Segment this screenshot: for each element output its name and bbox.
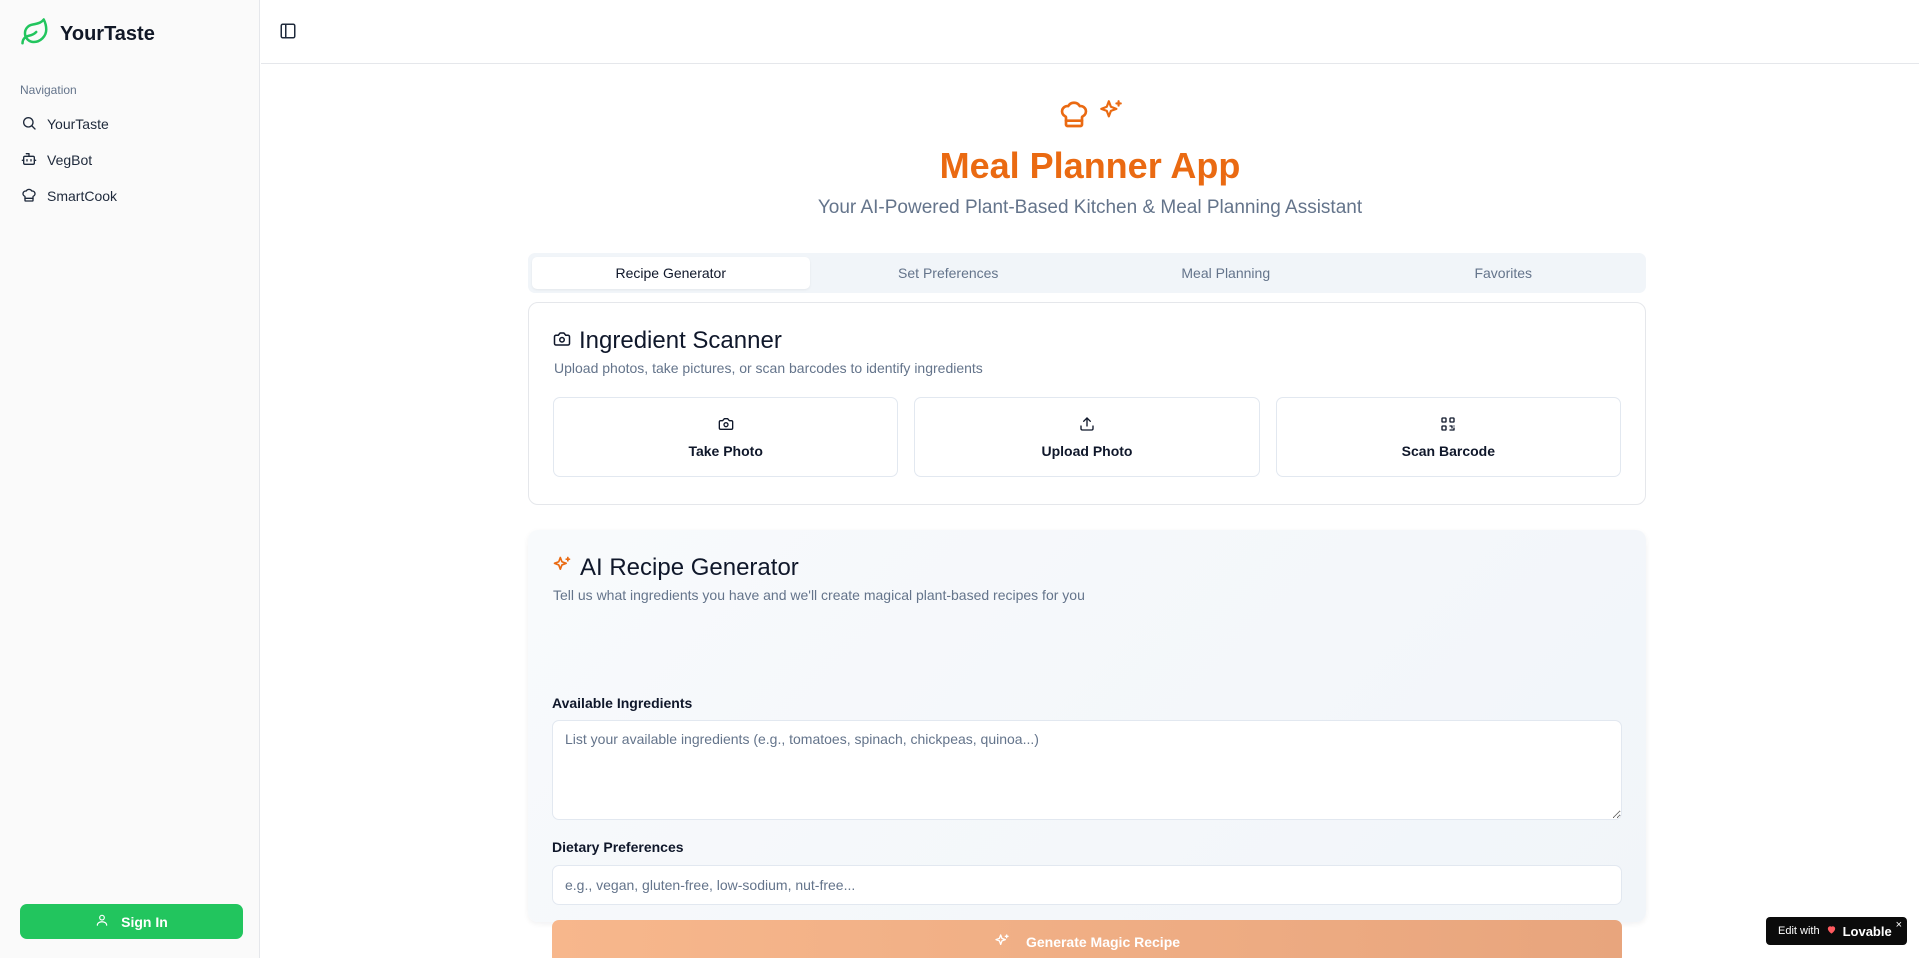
sidebar-item-vegbot[interactable]: VegBot: [14, 142, 246, 178]
upload-photo-button[interactable]: Upload Photo: [914, 397, 1260, 477]
generator-title-text: AI Recipe Generator: [580, 554, 799, 581]
scanner-title-text: Ingredient Scanner: [579, 327, 782, 354]
nav-list: YourTaste VegBot SmartCook: [14, 106, 246, 214]
dietary-label: Dietary Preferences: [552, 839, 684, 855]
camera-icon: [718, 416, 734, 435]
chef-hat-icon: [21, 187, 37, 206]
tab-list: Recipe Generator Set Preferences Meal Pl…: [528, 253, 1646, 293]
ingredient-scanner-card: Ingredient Scanner Upload photos, take p…: [528, 302, 1646, 505]
nav-heading: Navigation: [20, 83, 77, 97]
close-icon[interactable]: ×: [1896, 919, 1902, 931]
scanner-actions: Take Photo Upload Photo Scan Barcode: [553, 397, 1621, 477]
tab-recipe-generator[interactable]: Recipe Generator: [532, 257, 810, 289]
leaf-icon: [20, 17, 50, 52]
take-photo-label: Take Photo: [688, 442, 763, 459]
ai-recipe-generator-card: AI Recipe Generator Tell us what ingredi…: [528, 530, 1646, 958]
hero-icons: [1058, 98, 1124, 135]
tab-favorites[interactable]: Favorites: [1365, 257, 1643, 289]
brand-name: YourTaste: [60, 23, 155, 45]
brand[interactable]: YourTaste: [20, 17, 155, 52]
upload-photo-label: Upload Photo: [1041, 442, 1133, 459]
sparkles-icon: [1098, 98, 1124, 135]
heart-icon: [1826, 924, 1837, 938]
sidebar-toggle-icon[interactable]: [279, 22, 299, 42]
sidebar-item-label: YourTaste: [47, 116, 109, 132]
search-icon: [21, 115, 37, 134]
ingredients-textarea[interactable]: [552, 720, 1622, 820]
qr-code-icon: [1440, 416, 1456, 435]
sidebar: YourTaste Navigation YourTaste VegBot Sm…: [0, 0, 260, 958]
page-subtitle: Your AI-Powered Plant-Based Kitchen & Me…: [817, 197, 1363, 218]
top-bar: [261, 0, 1919, 64]
edit-with-lovable-badge[interactable]: Edit with Lovable ×: [1766, 917, 1907, 945]
scanner-description: Upload photos, take pictures, or scan ba…: [554, 360, 983, 376]
sidebar-item-smartcook[interactable]: SmartCook: [14, 178, 246, 214]
scanner-title: Ingredient Scanner: [553, 327, 782, 355]
tab-set-preferences[interactable]: Set Preferences: [810, 257, 1088, 289]
dietary-preferences-input[interactable]: [552, 865, 1622, 905]
bot-icon: [21, 151, 37, 170]
generate-recipe-label: Generate Magic Recipe: [1025, 934, 1181, 950]
main-content: Meal Planner App Your AI-Powered Plant-B…: [261, 65, 1919, 958]
sidebar-item-label: SmartCook: [47, 188, 118, 204]
sidebar-item-yourtaste[interactable]: YourTaste: [14, 106, 246, 142]
scan-barcode-label: Scan Barcode: [1401, 442, 1495, 459]
scan-barcode-button[interactable]: Scan Barcode: [1275, 397, 1621, 477]
sign-in-button[interactable]: Sign In: [20, 904, 243, 939]
sparkles-icon: [994, 933, 1010, 952]
sign-in-label: Sign In: [121, 913, 168, 930]
badge-prefix: Edit with: [1778, 925, 1820, 937]
camera-icon: [553, 327, 571, 355]
generator-title: AI Recipe Generator: [552, 554, 799, 582]
user-icon: [95, 913, 109, 930]
take-photo-button[interactable]: Take Photo: [553, 397, 899, 477]
generate-recipe-button[interactable]: Generate Magic Recipe: [552, 920, 1622, 958]
chef-hat-icon: [1058, 98, 1090, 135]
ingredients-label: Available Ingredients: [552, 695, 693, 711]
tab-meal-planning[interactable]: Meal Planning: [1087, 257, 1365, 289]
generator-description: Tell us what ingredients you have and we…: [553, 587, 1085, 603]
sparkles-icon: [552, 554, 572, 582]
upload-icon: [1079, 416, 1095, 435]
sidebar-item-label: VegBot: [47, 152, 93, 168]
badge-brand: Lovable: [1842, 923, 1892, 939]
page-title: Meal Planner App: [939, 145, 1241, 186]
